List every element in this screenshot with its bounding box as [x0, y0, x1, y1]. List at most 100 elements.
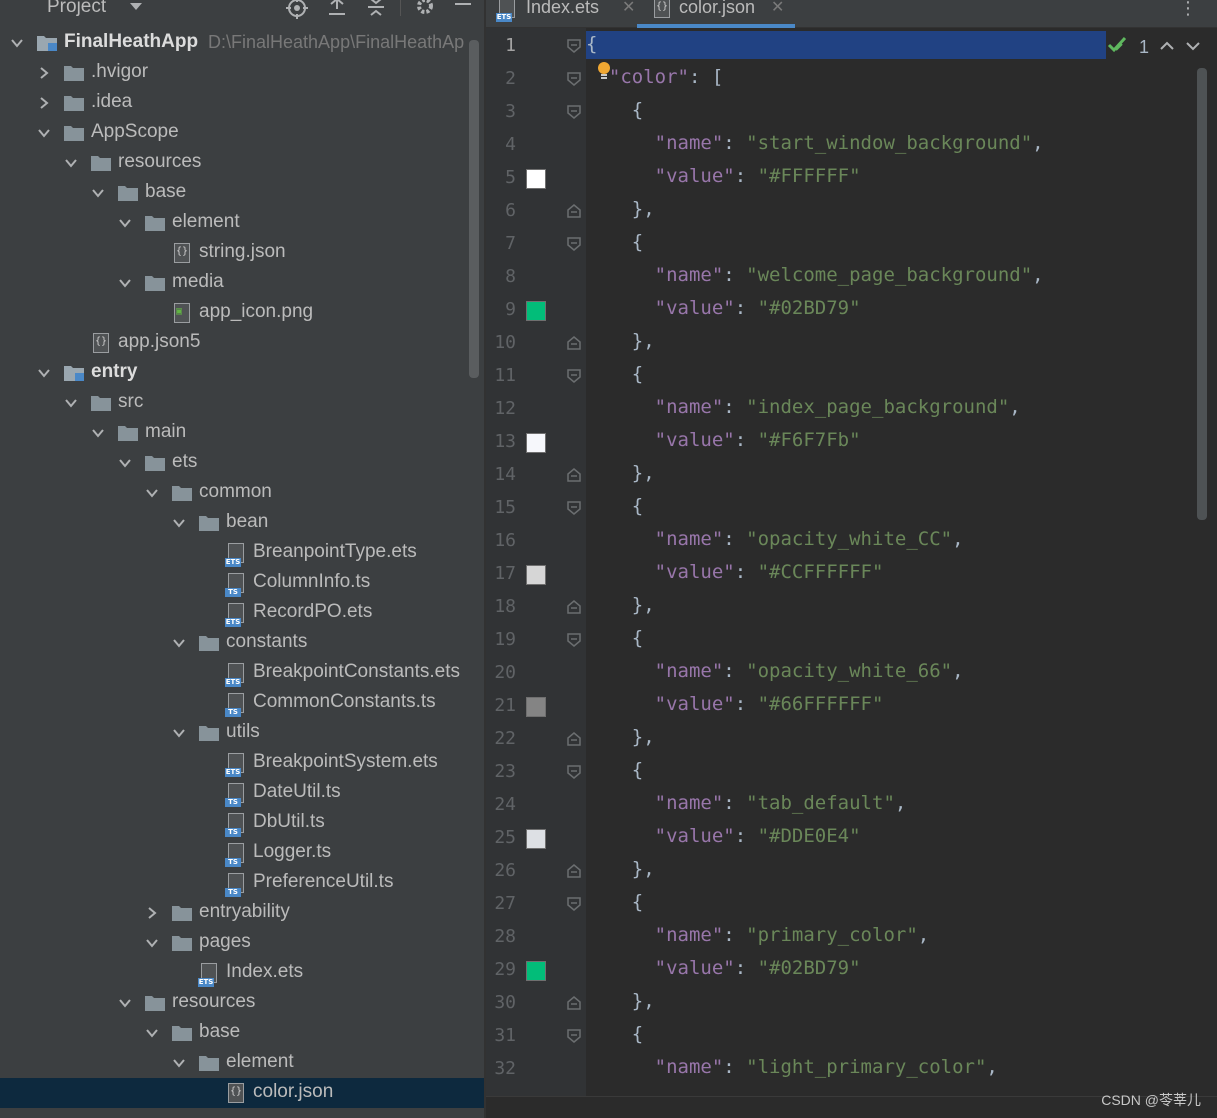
chevron-down-icon[interactable] [91, 426, 105, 440]
color-swatch-icon[interactable] [526, 961, 546, 981]
chevron-down-icon[interactable] [145, 936, 159, 950]
color-swatch-icon[interactable] [526, 301, 546, 321]
close-tab-icon[interactable]: ✕ [771, 0, 784, 17]
project-view-title[interactable]: Project [47, 0, 106, 18]
chevron-down-icon[interactable] [91, 186, 105, 200]
tree-item-breakpointsystem-ets[interactable]: ETS BreakpointSystem.ets [0, 748, 484, 778]
tree-item-app-json5[interactable]: {} app.json5 [0, 328, 484, 358]
tree-item-entryability[interactable]: entryability [0, 898, 484, 928]
unfold-marker-icon[interactable] [566, 335, 582, 351]
chevron-down-icon[interactable] [118, 456, 132, 470]
chevron-down-icon[interactable] [172, 516, 186, 530]
fold-icon[interactable] [566, 896, 582, 912]
chevron-down-icon[interactable] [64, 396, 78, 410]
chevron-down-icon[interactable] [172, 636, 186, 650]
tree-item-commonconstants-ts[interactable]: TS CommonConstants.ts [0, 688, 484, 718]
unfold-marker-icon[interactable] [566, 995, 582, 1011]
color-swatch-icon[interactable] [526, 829, 546, 849]
unfold-marker-icon[interactable] [566, 863, 582, 879]
fold-icon[interactable] [566, 368, 582, 384]
fold-icon[interactable] [566, 236, 582, 252]
color-swatch-icon[interactable] [526, 433, 546, 453]
unfold-marker-icon[interactable] [566, 731, 582, 747]
lightbulb-icon[interactable] [597, 62, 611, 80]
chevron-down-icon[interactable] [118, 996, 132, 1010]
expand-all-icon[interactable] [326, 0, 348, 17]
tree-item-resources[interactable]: resources [0, 148, 484, 178]
fold-icon[interactable] [566, 500, 582, 516]
chevron-right-icon[interactable] [37, 96, 51, 110]
previous-highlight-icon[interactable] [1159, 37, 1175, 58]
tab-color-json[interactable]: {} color.json ✕ [637, 0, 795, 28]
settings-icon[interactable] [414, 0, 436, 17]
unfold-marker-icon[interactable] [566, 599, 582, 615]
fold-icon[interactable] [566, 764, 582, 780]
tree-item-main[interactable]: main [0, 418, 484, 448]
tree-item-pages[interactable]: pages [0, 928, 484, 958]
tree-item-dateutil-ts[interactable]: TS DateUtil.ts [0, 778, 484, 808]
tab-index-ets[interactable]: ETS Index.ets ✕ [496, 0, 635, 28]
chevron-down-icon[interactable] [172, 1056, 186, 1070]
chevron-down-icon[interactable] [64, 156, 78, 170]
chevron-down-icon[interactable] [118, 216, 132, 230]
tree-item-idea[interactable]: .idea [0, 88, 484, 118]
color-swatch-icon[interactable] [526, 169, 546, 189]
tree-item-common[interactable]: common [0, 478, 484, 508]
tree-item-dbutil-ts[interactable]: TS DbUtil.ts [0, 808, 484, 838]
locate-icon[interactable] [286, 0, 308, 19]
tree-item-finalheathapp[interactable]: FinalHeathApp D:\FinalHeathApp\FinalHeath… [0, 28, 484, 58]
color-swatch-icon[interactable] [526, 565, 546, 585]
fold-icon[interactable] [566, 632, 582, 648]
tree-item-bean[interactable]: bean [0, 508, 484, 538]
tree-item-breanpointtype-ets[interactable]: ETS BreanpointType.ets [0, 538, 484, 568]
fold-icon[interactable] [566, 71, 582, 87]
chevron-right-icon[interactable] [37, 66, 51, 80]
chevron-down-icon[interactable] [145, 1026, 159, 1040]
tree-item-columninfo-ts[interactable]: TS ColumnInfo.ts [0, 568, 484, 598]
tree-item-index-ets[interactable]: ETS Index.ets [0, 958, 484, 988]
tree-item-element[interactable]: element [0, 1048, 484, 1078]
collapse-all-icon[interactable] [365, 0, 387, 17]
tree-item-preferenceutil-ts[interactable]: TS PreferenceUtil.ts [0, 868, 484, 898]
tree-item-src[interactable]: src [0, 388, 484, 418]
tree-item-constants[interactable]: constants [0, 628, 484, 658]
code-area[interactable]: { "color": [ { "name": "start_window_bac… [586, 28, 1217, 1118]
unfold-marker-icon[interactable] [566, 203, 582, 219]
tree-item-base[interactable]: base [0, 178, 484, 208]
chevron-down-icon[interactable] [145, 486, 159, 500]
project-scrollbar[interactable] [469, 40, 479, 378]
chevron-down-icon[interactable] [37, 366, 51, 380]
view-dropdown-icon[interactable] [130, 3, 142, 10]
inspection-widget[interactable]: 1 [1107, 34, 1201, 60]
tree-item-resources[interactable]: resources [0, 988, 484, 1018]
tree-item-media[interactable]: media [0, 268, 484, 298]
tree-item-ets[interactable]: ets [0, 448, 484, 478]
close-tab-icon[interactable]: ✕ [622, 0, 635, 17]
fold-icon[interactable] [566, 1028, 582, 1044]
tree-item-string-json[interactable]: {} string.json [0, 238, 484, 268]
chevron-down-icon[interactable] [37, 126, 51, 140]
chevron-down-icon[interactable] [10, 36, 24, 50]
more-tabs-icon[interactable]: ⋮ [1179, 0, 1197, 19]
tree-item-base[interactable]: base [0, 1018, 484, 1048]
tree-item-breakpointconstants-ets[interactable]: ETS BreakpointConstants.ets [0, 658, 484, 688]
hide-panel-icon[interactable] [452, 0, 474, 17]
color-swatch-icon[interactable] [526, 697, 546, 717]
chevron-down-icon[interactable] [118, 276, 132, 290]
tree-item-hvigor[interactable]: .hvigor [0, 58, 484, 88]
tree-item-utils[interactable]: utils [0, 718, 484, 748]
chevron-right-icon[interactable] [145, 906, 159, 920]
fold-icon[interactable] [566, 104, 582, 120]
tree-item-recordpo-ets[interactable]: ETS RecordPO.ets [0, 598, 484, 628]
fold-icon[interactable] [566, 38, 582, 54]
tree-item-entry[interactable]: entry [0, 358, 484, 388]
tree-item-logger-ts[interactable]: TS Logger.ts [0, 838, 484, 868]
next-highlight-icon[interactable] [1185, 37, 1201, 58]
tree-item-app-icon-png[interactable]: ▣ app_icon.png [0, 298, 484, 328]
unfold-marker-icon[interactable] [566, 467, 582, 483]
chevron-down-icon[interactable] [172, 726, 186, 740]
tree-item-color-json[interactable]: {} color.json [0, 1078, 484, 1108]
editor-scrollbar[interactable] [1197, 68, 1207, 520]
tree-item-element[interactable]: element [0, 208, 484, 238]
tree-item-appscope[interactable]: AppScope [0, 118, 484, 148]
